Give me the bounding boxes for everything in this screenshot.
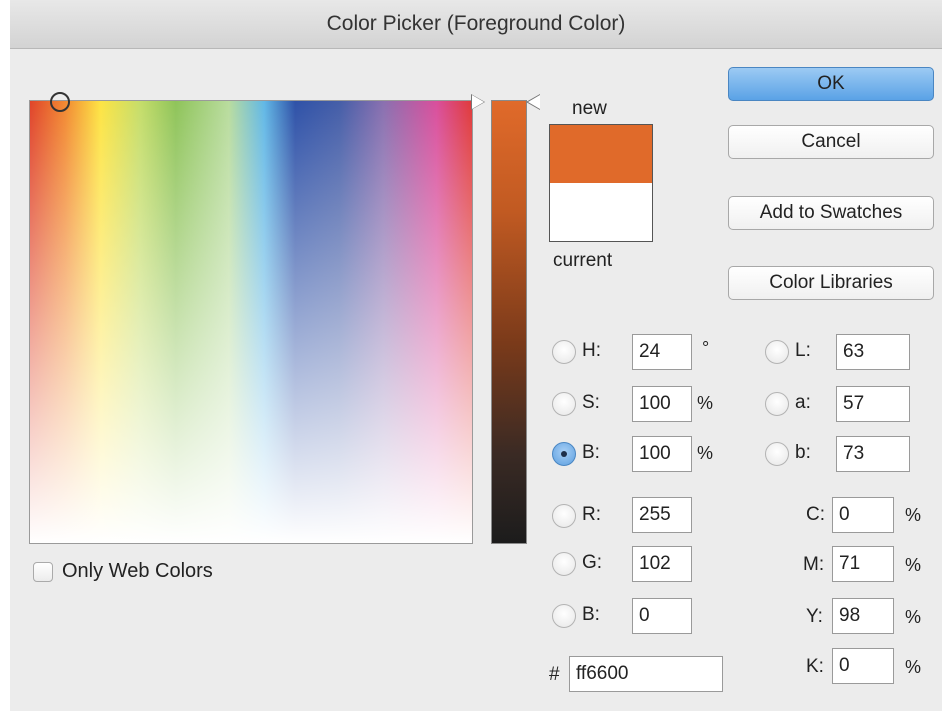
green-field[interactable]: 102 (632, 546, 692, 582)
slider-right-arrow-icon[interactable] (528, 95, 540, 109)
color-libraries-button[interactable]: Color Libraries (728, 266, 934, 300)
lab-b-field[interactable]: 73 (836, 436, 910, 472)
yellow-unit: % (905, 607, 922, 627)
magenta-field[interactable]: 71 (832, 546, 894, 582)
only-web-colors-checkbox[interactable] (33, 562, 53, 582)
radio-lab-b[interactable] (765, 442, 789, 466)
window-title: Color Picker (Foreground Color) (326, 12, 626, 35)
only-web-colors-label: Only Web Colors (62, 560, 213, 582)
current-color-label: current (553, 250, 613, 271)
radio-red[interactable] (552, 504, 576, 528)
red-label: R: (582, 504, 601, 525)
black-label: K: (806, 656, 824, 677)
green-label: G: (582, 552, 603, 573)
cancel-button[interactable]: Cancel (728, 125, 934, 159)
saturation-label: S: (582, 392, 600, 413)
color-picker-dialog: Color Picker (Foreground Color) new curr… (0, 0, 952, 711)
brightness-unit: % (697, 443, 714, 463)
hue-label: H: (582, 340, 601, 361)
magenta-label: M: (803, 554, 825, 575)
lab-a-label: a: (795, 392, 811, 413)
black-field[interactable]: 0 (832, 648, 894, 684)
saturation-unit: % (697, 393, 714, 413)
lab-a-field[interactable]: 57 (836, 386, 910, 422)
hue-unit: ° (702, 338, 710, 358)
cyan-unit: % (905, 505, 922, 525)
radio-lab-a[interactable] (765, 392, 789, 416)
radio-brightness[interactable] (552, 442, 576, 466)
hue-field[interactable]: 24 (632, 334, 692, 370)
cyan-label: C: (806, 504, 825, 525)
new-color-swatch (550, 125, 652, 183)
red-field[interactable]: 255 (632, 497, 692, 533)
black-unit: % (905, 657, 922, 677)
new-color-label: new (572, 98, 607, 119)
brightness-field[interactable]: 100 (632, 436, 692, 472)
lab-l-field[interactable]: 63 (836, 334, 910, 370)
lab-l-label: L: (795, 340, 811, 361)
brightness-slider[interactable] (491, 100, 527, 544)
title-bar: Color Picker (Foreground Color) (10, 0, 942, 49)
ok-button[interactable]: OK (728, 67, 934, 101)
add-to-swatches-button[interactable]: Add to Swatches (728, 196, 934, 230)
blue-field[interactable]: 0 (632, 598, 692, 634)
hex-field[interactable]: ff6600 (569, 656, 723, 692)
lab-b-label: b: (795, 442, 811, 463)
cyan-field[interactable]: 0 (832, 497, 894, 533)
brightness-label: B: (582, 442, 600, 463)
radio-lightness[interactable] (765, 340, 789, 364)
current-color-swatch[interactable] (550, 183, 652, 241)
magenta-unit: % (905, 555, 922, 575)
yellow-label: Y: (806, 606, 823, 627)
radio-blue[interactable] (552, 604, 576, 628)
saturation-field[interactable]: 100 (632, 386, 692, 422)
color-field-marker[interactable] (50, 92, 70, 112)
window-frame-left (0, 0, 10, 711)
color-field[interactable] (29, 100, 473, 544)
radio-saturation[interactable] (552, 392, 576, 416)
color-swatch-box (549, 124, 653, 242)
window-frame-right (942, 0, 952, 711)
yellow-field[interactable]: 98 (832, 598, 894, 634)
radio-hue[interactable] (552, 340, 576, 364)
radio-green[interactable] (552, 552, 576, 576)
hex-label: # (549, 664, 560, 685)
blue-label: B: (582, 604, 600, 625)
slider-left-arrow-icon[interactable] (472, 95, 484, 109)
